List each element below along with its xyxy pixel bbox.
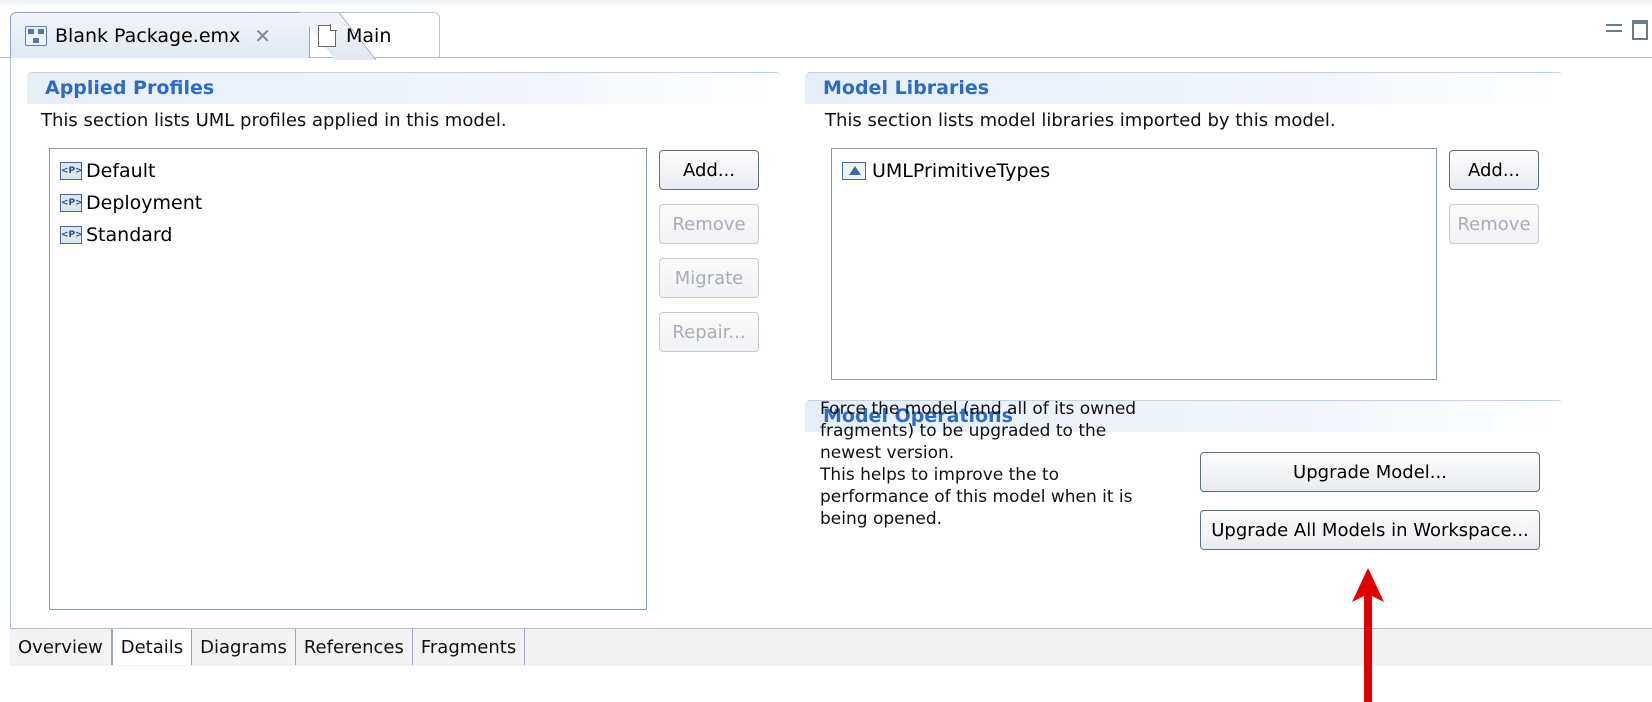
model-operations-description: Force the model (and all of its owned fr…: [820, 399, 1137, 529]
close-tab-icon[interactable]: ✕: [254, 24, 271, 48]
list-item[interactable]: <P> Standard: [60, 219, 636, 251]
tab-fragments[interactable]: Fragments: [413, 629, 526, 665]
annotation-arrow-icon: [1352, 568, 1384, 702]
model-libraries-list[interactable]: UMLPrimitiveTypes: [831, 148, 1437, 380]
tab-details[interactable]: Details: [111, 629, 193, 665]
tab-label: Blank Package.emx: [55, 24, 241, 47]
applied-profiles-header: Applied Profiles: [27, 72, 781, 104]
list-item[interactable]: <P> Deployment: [60, 187, 636, 219]
list-item[interactable]: UMLPrimitiveTypes: [842, 155, 1426, 187]
remove-profile-button[interactable]: Remove: [659, 204, 759, 244]
add-profile-button[interactable]: Add...: [659, 150, 759, 190]
section-title: Applied Profiles: [45, 77, 215, 99]
section-title: Model Libraries: [823, 77, 990, 99]
tab-bar-strip: [0, 0, 1652, 8]
tab-main[interactable]: Main: [300, 12, 440, 58]
model-library-icon: [842, 162, 866, 180]
add-library-button[interactable]: Add...: [1449, 150, 1539, 190]
repair-profile-button[interactable]: Repair...: [659, 312, 759, 352]
tab-blank-package[interactable]: Blank Package.emx ✕: [10, 12, 310, 58]
model-libraries-header: Model Libraries: [805, 72, 1563, 104]
profile-name: Deployment: [86, 192, 203, 214]
package-diagram-icon: [25, 25, 47, 46]
tab-label: Main: [346, 24, 392, 47]
library-name: UMLPrimitiveTypes: [872, 160, 1051, 182]
profile-icon: <P>: [60, 226, 83, 244]
applied-profiles-description: This section lists UML profiles applied …: [41, 110, 507, 131]
profile-name: Standard: [86, 224, 173, 246]
view-controls: [1606, 20, 1648, 40]
tab-references[interactable]: References: [296, 629, 413, 665]
profile-icon: <P>: [60, 162, 83, 180]
tab-diagrams[interactable]: Diagrams: [192, 629, 296, 665]
upgrade-all-models-button[interactable]: Upgrade All Models in Workspace...: [1200, 510, 1540, 550]
profile-icon: <P>: [60, 194, 83, 212]
minimize-icon[interactable]: [1606, 24, 1622, 32]
upgrade-model-button[interactable]: Upgrade Model...: [1200, 452, 1540, 492]
editor-tab-bar: Blank Package.emx ✕ Main: [0, 0, 1652, 58]
tab-overview[interactable]: Overview: [10, 629, 112, 665]
applied-profiles-list[interactable]: <P> Default <P> Deployment <P> Standard: [49, 148, 647, 610]
file-icon: [318, 23, 337, 47]
footer-blank: [0, 666, 1652, 702]
profile-name: Default: [86, 160, 156, 182]
page-tabs: Overview Details Diagrams References Fra…: [10, 628, 1652, 666]
maximize-icon[interactable]: [1632, 20, 1648, 40]
list-item[interactable]: <P> Default: [60, 155, 636, 187]
remove-library-button[interactable]: Remove: [1449, 204, 1539, 244]
migrate-profile-button[interactable]: Migrate: [659, 258, 759, 298]
model-libraries-description: This section lists model libraries impor…: [825, 110, 1336, 131]
